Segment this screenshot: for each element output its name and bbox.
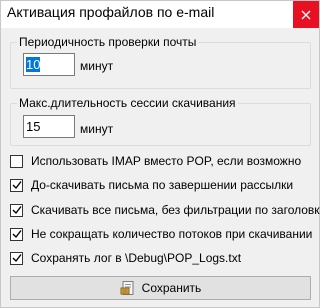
save-button-label: Сохранить: [141, 281, 202, 295]
settings-dialog: Активация профайлов по e-mail Периодично…: [0, 0, 320, 308]
save-button[interactable]: Сохранить: [10, 276, 311, 300]
option-finish-download-label: До-скачивать письма по завершении рассыл…: [31, 178, 294, 192]
session-group-label: Макс.длительность сессии скачивания: [17, 96, 238, 110]
polling-interval-input[interactable]: 10: [23, 53, 75, 76]
option-save-log-label: Сохранять лог в \Debug\POP_Logs.txt: [31, 251, 242, 265]
checkbox[interactable]: [10, 251, 23, 265]
checkmark-icon: [12, 230, 22, 239]
session-unit-label: минут: [80, 122, 114, 136]
option-finish-download[interactable]: До-скачивать письма по завершении рассыл…: [10, 178, 293, 192]
polling-interval-value: 10: [26, 57, 41, 72]
title-bar: Активация профайлов по e-mail: [1, 1, 319, 28]
checkmark-icon: [12, 181, 22, 190]
checkbox[interactable]: [10, 178, 23, 192]
close-icon: [301, 10, 311, 19]
checkbox[interactable]: [10, 227, 23, 241]
session-duration-value: 15: [26, 119, 41, 134]
option-download-all[interactable]: Скачивать все письма, без фильтрации по …: [10, 203, 320, 217]
save-icon: [120, 281, 134, 295]
option-imap[interactable]: Использовать IMAP вместо POP, если возмо…: [10, 154, 301, 168]
checkbox[interactable]: [10, 154, 23, 168]
close-button[interactable]: [293, 1, 319, 28]
polling-group-label: Периодичность проверки почты: [17, 35, 199, 49]
option-download-all-label: Скачивать все письма, без фильтрации по …: [31, 203, 320, 217]
option-save-log[interactable]: Сохранять лог в \Debug\POP_Logs.txt: [10, 251, 241, 265]
option-imap-label: Использовать IMAP вместо POP, если возмо…: [31, 154, 302, 168]
checkmark-icon: [12, 206, 22, 215]
checkbox[interactable]: [10, 203, 23, 217]
checkmark-icon: [12, 254, 22, 263]
polling-unit-label: минут: [80, 59, 114, 73]
option-keep-threads[interactable]: Не сокращать количество потоков при скач…: [10, 227, 312, 241]
session-duration-input[interactable]: 15: [23, 115, 75, 138]
window-title: Активация профайлов по e-mail: [7, 4, 215, 20]
option-keep-threads-label: Не сокращать количество потоков при скач…: [31, 227, 313, 241]
